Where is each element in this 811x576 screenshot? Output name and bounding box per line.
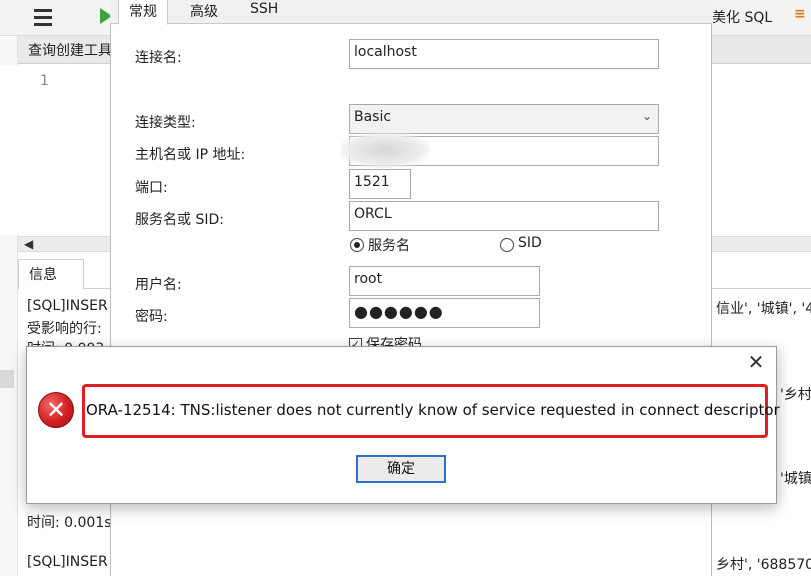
radio-service-name-label: 服务名 [368,238,410,254]
error-icon: ✕ [38,392,74,428]
connection-type-label: 连接类型: [135,115,196,131]
port-label: 端口: [135,180,168,196]
log-line: 受影响的行: [27,321,102,337]
error-message: ORA-12514: TNS:listener does not current… [86,401,780,419]
tab-advanced[interactable]: 高级 [180,0,228,24]
username-label: 用户名: [135,277,182,293]
tab-general[interactable]: 常规 [118,0,168,25]
radio-service-name[interactable] [350,238,364,252]
connection-name-field[interactable]: localhost [349,39,659,69]
connection-name-label: 连接名: [135,50,182,66]
close-icon[interactable]: ✕ [744,350,768,374]
tab-query-builder[interactable]: 查询创建工具 [28,40,112,60]
service-field[interactable]: ORCL [349,201,659,231]
log-line: '乡村 [780,387,811,403]
beautify-sql-icon[interactable]: ≡ [794,6,810,24]
radio-sid[interactable] [500,238,514,252]
connection-type-value: Basic [354,109,392,125]
menu-icon[interactable] [34,9,52,26]
tab-info[interactable]: 信息 [18,259,84,290]
username-field[interactable]: root [349,266,540,296]
scroll-left-icon[interactable]: ◀ [24,237,33,251]
ok-button[interactable]: 确定 [356,455,446,483]
password-label: 密码: [135,309,168,325]
password-field[interactable]: ●●●●●● [349,298,540,328]
redacted-host-blur [340,132,430,168]
log-line: 时间: 0.001s [27,515,112,531]
log-line: 信业', '城镇', '42 [716,301,811,317]
service-label: 服务名或 SID: [135,212,224,228]
log-line: [SQL]INSER [27,554,108,570]
chevron-down-icon: ⌄ [641,109,652,123]
line-number: 1 [40,73,49,89]
radio-sid-label: SID [518,235,542,251]
log-line: '城镇 [780,471,811,487]
tab-ssh[interactable]: SSH [240,0,288,24]
connection-type-select[interactable]: Basic ⌄ [349,104,659,134]
log-line: 乡村', '6885709 [716,557,811,573]
host-label: 主机名或 IP 地址: [135,147,246,163]
port-field[interactable]: 1521 [349,169,411,199]
log-line: [SQL]INSER [27,298,108,314]
beautify-sql-button[interactable]: 美化 SQL [712,7,772,27]
gutter-marker [0,370,14,388]
